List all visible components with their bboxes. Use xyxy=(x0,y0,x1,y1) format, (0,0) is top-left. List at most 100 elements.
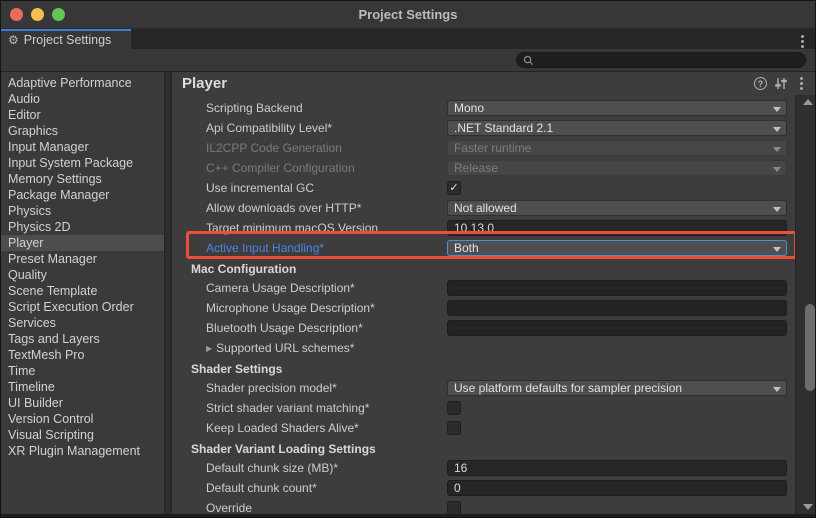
sidebar-item-editor[interactable]: Editor xyxy=(1,107,164,123)
sidebar-item-script-execution-order[interactable]: Script Execution Order xyxy=(1,299,164,315)
override-checkbox[interactable] xyxy=(447,501,461,514)
keep-loaded-shaders-alive-checkbox[interactable] xyxy=(447,421,461,435)
sidebar-item-physics[interactable]: Physics xyxy=(1,203,164,219)
sidebar-item-visual-scripting[interactable]: Visual Scripting xyxy=(1,427,164,443)
sidebar-item-ui-builder[interactable]: UI Builder xyxy=(1,395,164,411)
search-input[interactable] xyxy=(538,54,788,66)
dropdown-arrow-icon xyxy=(773,127,781,132)
settings-row-supported-url-schemes: ▶ Supported URL schemes* xyxy=(172,338,795,358)
settings-label-text: Active Input Handling* xyxy=(206,241,324,255)
minimize-window-button[interactable] xyxy=(31,8,44,21)
section-header-shader-settings: Shader Settings xyxy=(172,360,795,378)
dropdown-value: Both xyxy=(454,241,479,255)
dropdown-value: Faster runtime xyxy=(454,141,531,155)
sidebar-item-graphics[interactable]: Graphics xyxy=(1,123,164,139)
sidebar-item-memory-settings[interactable]: Memory Settings xyxy=(1,171,164,187)
settings-label-text: Allow downloads over HTTP* xyxy=(206,201,361,215)
sidebar-item-timeline[interactable]: Timeline xyxy=(1,379,164,395)
search-box[interactable] xyxy=(516,52,806,68)
camera-usage-description-field[interactable] xyxy=(447,280,787,296)
scroll-up-button[interactable] xyxy=(803,99,813,105)
settings-value: Mono xyxy=(447,100,787,116)
sidebar-item-textmesh-pro[interactable]: TextMesh Pro xyxy=(1,347,164,363)
target-minimum-macos-version-field[interactable]: 10.13.0 xyxy=(447,220,787,236)
shader-precision-model-dropdown[interactable]: Use platform defaults for sampler precis… xyxy=(447,380,787,396)
settings-label: Keep Loaded Shaders Alive* xyxy=(206,421,447,435)
use-incremental-gc-checkbox[interactable]: ✓ xyxy=(447,181,461,195)
page-title: Player xyxy=(172,75,227,92)
settings-label-text: Shader precision model* xyxy=(206,381,337,395)
sidebar-item-input-system-package[interactable]: Input System Package xyxy=(1,155,164,171)
toolbar xyxy=(1,49,815,72)
settings-label: Override xyxy=(206,501,447,514)
section-header-mac-configuration: Mac Configuration xyxy=(172,260,795,278)
default-chunk-count-field[interactable]: 0 xyxy=(447,480,787,496)
allow-downloads-over-http-dropdown[interactable]: Not allowed xyxy=(447,200,787,216)
settings-label[interactable]: ▶ Supported URL schemes* xyxy=(206,341,447,355)
scroll-down-button[interactable] xyxy=(803,504,813,510)
dropdown-value: Not allowed xyxy=(454,201,517,215)
microphone-usage-description-field[interactable] xyxy=(447,300,787,316)
c-compiler-configuration-dropdown[interactable]: Release xyxy=(447,160,787,176)
settings-row-bluetooth-usage-description: Bluetooth Usage Description* xyxy=(172,318,795,338)
settings-value: Use platform defaults for sampler precis… xyxy=(447,380,787,396)
settings-label-text: Api Compatibility Level* xyxy=(206,121,332,135)
sidebar-item-version-control[interactable]: Version Control xyxy=(1,411,164,427)
default-chunk-size-mb-field[interactable]: 16 xyxy=(447,460,787,476)
settings-value: 10.13.0 xyxy=(447,220,787,236)
panel-kebab-menu-icon[interactable] xyxy=(795,74,808,93)
presets-icon[interactable] xyxy=(774,77,788,90)
sidebar-item-player[interactable]: Player xyxy=(1,235,164,251)
dropdown-arrow-icon xyxy=(773,167,781,172)
settings-label: Active Input Handling* xyxy=(206,241,447,255)
settings-label-text: Supported URL schemes* xyxy=(216,341,354,355)
help-icon[interactable]: ? xyxy=(754,77,767,90)
settings-value xyxy=(447,501,787,514)
sidebar-item-services[interactable]: Services xyxy=(1,315,164,331)
settings-label-text: Override xyxy=(206,501,252,514)
sidebar-item-xr-plugin-management[interactable]: XR Plugin Management xyxy=(1,443,164,459)
sidebar-item-preset-manager[interactable]: Preset Manager xyxy=(1,251,164,267)
vertical-scrollbar[interactable] xyxy=(795,95,815,514)
scripting-backend-dropdown[interactable]: Mono xyxy=(447,100,787,116)
search-icon xyxy=(523,55,534,66)
sidebar-item-package-manager[interactable]: Package Manager xyxy=(1,187,164,203)
sidebar-item-physics-2d[interactable]: Physics 2D xyxy=(1,219,164,235)
settings-value: ✓ xyxy=(447,181,787,195)
bluetooth-usage-description-field[interactable] xyxy=(447,320,787,336)
window-bottom-edge xyxy=(1,514,815,517)
settings-label-text: Default chunk count* xyxy=(206,481,317,495)
zoom-window-button[interactable] xyxy=(52,8,65,21)
tab-project-settings[interactable]: ⚙ Project Settings xyxy=(1,29,131,49)
section-header-shader-variant-loading-settings: Shader Variant Loading Settings xyxy=(172,440,795,458)
active-input-handling-dropdown[interactable]: Both xyxy=(447,240,787,256)
strict-shader-variant-matching-checkbox[interactable] xyxy=(447,401,461,415)
settings-label-text: Keep Loaded Shaders Alive* xyxy=(206,421,359,435)
foldout-arrow-icon[interactable]: ▶ xyxy=(206,344,212,353)
scrollbar-thumb[interactable] xyxy=(805,304,815,391)
settings-row-allow-downloads-over-http: Allow downloads over HTTP* Not allowed xyxy=(172,198,795,218)
settings-label-text: Target minimum macOS Version xyxy=(206,221,378,235)
settings-row-keep-loaded-shaders-alive: Keep Loaded Shaders Alive* xyxy=(172,418,795,438)
settings-row-shader-precision-model: Shader precision model* Use platform defa… xyxy=(172,378,795,398)
settings-label-text: C++ Compiler Configuration xyxy=(206,161,355,175)
settings-value: Release xyxy=(447,160,787,176)
settings-label: Camera Usage Description* xyxy=(206,281,447,295)
settings-label: Scripting Backend xyxy=(206,101,447,115)
sidebar-item-tags-and-layers[interactable]: Tags and Layers xyxy=(1,331,164,347)
sidebar-item-scene-template[interactable]: Scene Template xyxy=(1,283,164,299)
settings-label: Bluetooth Usage Description* xyxy=(206,321,447,335)
close-window-button[interactable] xyxy=(10,8,23,21)
settings-value: Both xyxy=(447,240,787,256)
window-title: Project Settings xyxy=(1,7,815,22)
api-compatibility-level-dropdown[interactable]: .NET Standard 2.1 xyxy=(447,120,787,136)
sidebar-item-quality[interactable]: Quality xyxy=(1,267,164,283)
sidebar-splitter[interactable] xyxy=(164,72,172,514)
sidebar-item-time[interactable]: Time xyxy=(1,363,164,379)
dropdown-arrow-icon xyxy=(773,107,781,112)
sidebar-item-adaptive-performance[interactable]: Adaptive Performance xyxy=(1,75,164,91)
sidebar-item-audio[interactable]: Audio xyxy=(1,91,164,107)
il2cpp-code-generation-dropdown[interactable]: Faster runtime xyxy=(447,140,787,156)
settings-value: 0 xyxy=(447,480,787,496)
sidebar-item-input-manager[interactable]: Input Manager xyxy=(1,139,164,155)
